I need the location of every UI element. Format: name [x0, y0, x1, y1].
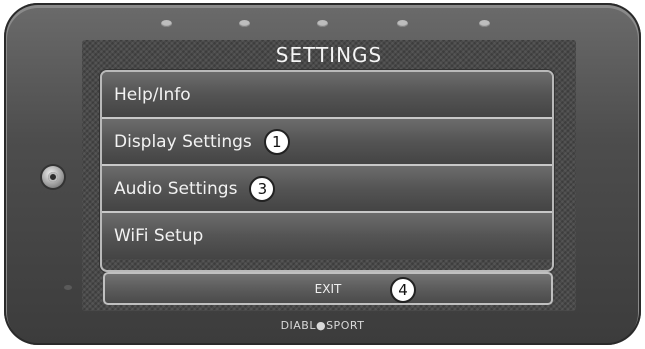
menu-item-wifi-setup[interactable]: WiFi Setup	[102, 213, 552, 259]
menu-item-label: WiFi Setup	[114, 226, 204, 246]
indicator-dot	[161, 20, 172, 27]
menu-item-display-settings[interactable]: Display Settings 1	[102, 119, 552, 166]
callout-badge: 4	[390, 277, 416, 303]
menu-item-label: Help/Info	[114, 84, 191, 105]
touch-screen: SETTINGS Help/Info Display Settings 1 Au…	[82, 40, 576, 311]
menu-item-label: Audio Settings	[114, 178, 238, 199]
page-title: SETTINGS	[275, 43, 383, 67]
menu-item-label: Display Settings	[114, 131, 252, 152]
indicator-dot	[397, 20, 408, 27]
indicator-dot	[239, 20, 250, 27]
menu-item-audio-settings[interactable]: Audio Settings 3	[102, 166, 552, 213]
exit-label: EXIT	[314, 281, 342, 296]
callout-badge: 1	[263, 128, 290, 155]
device-bezel: SETTINGS Help/Info Display Settings 1 Au…	[4, 3, 641, 345]
status-light	[64, 285, 72, 290]
indicator-dot	[317, 20, 328, 27]
exit-button[interactable]: EXIT 4	[103, 272, 553, 305]
settings-menu: Help/Info Display Settings 1 Audio Setti…	[100, 70, 554, 272]
indicator-dot	[479, 20, 490, 27]
menu-item-help-info[interactable]: Help/Info	[102, 72, 552, 119]
callout-badge: 3	[249, 175, 276, 202]
brand-logo: DIABL●SPORT	[280, 319, 365, 332]
home-button-icon[interactable]	[42, 166, 64, 188]
